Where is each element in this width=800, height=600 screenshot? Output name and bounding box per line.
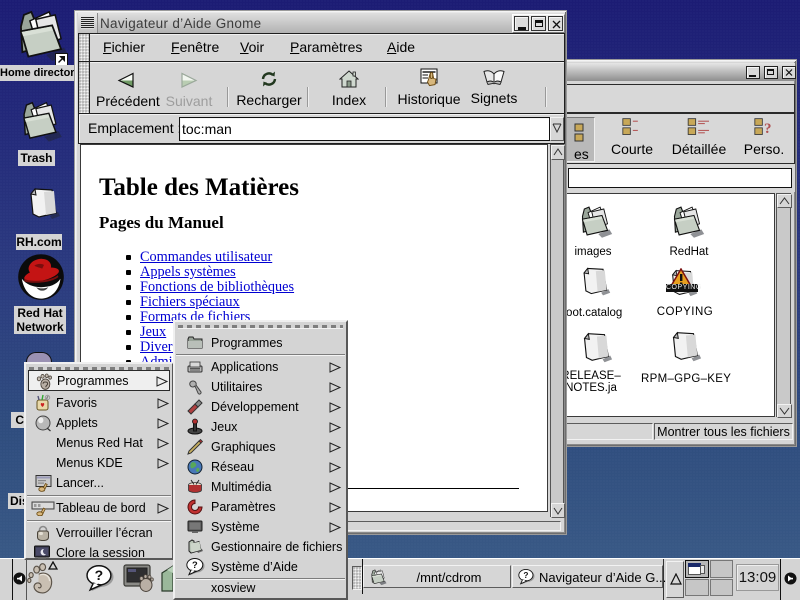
svg-text:?: ? [764,121,772,137]
